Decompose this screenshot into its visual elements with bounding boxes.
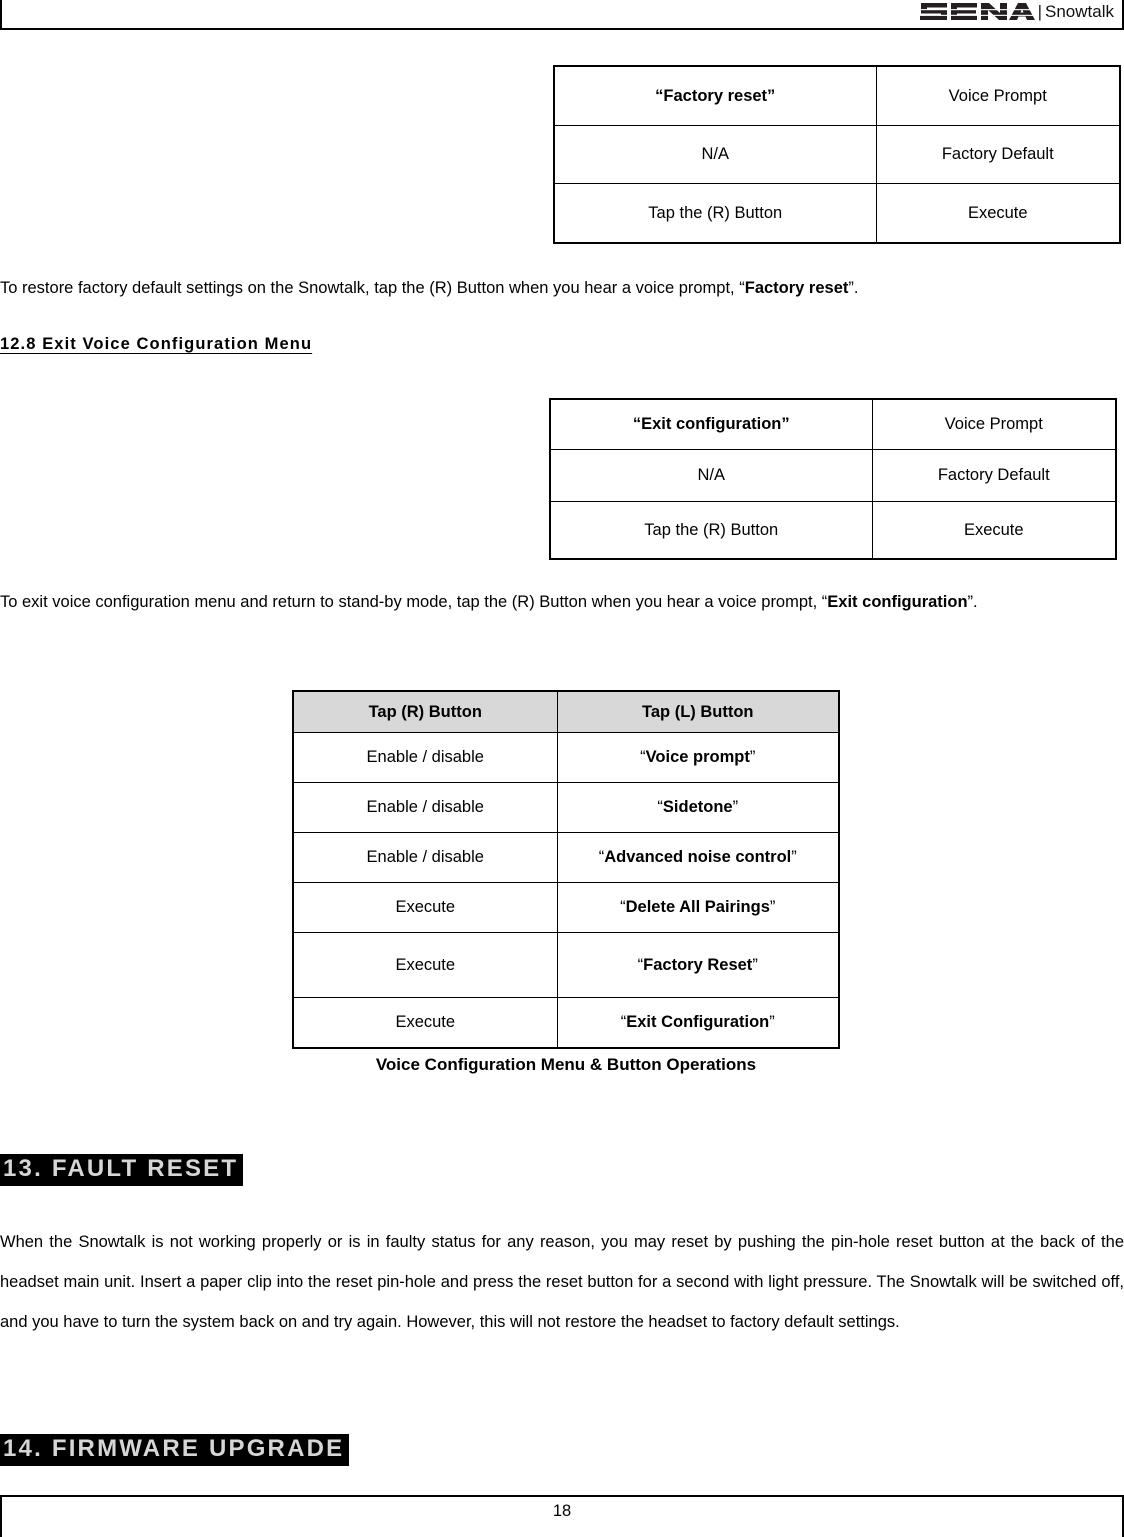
paragraph-lead-text: To restore factory default settings on t… xyxy=(0,279,745,297)
quote-close: ” xyxy=(732,798,739,816)
factory-reset-prompt-cell: “Factory reset” xyxy=(553,65,877,126)
menu-prompt-cell: “Delete All Pairings” xyxy=(556,882,840,933)
table-row: Enable / disable “Sidetone” xyxy=(292,782,840,833)
exit-config-default-cell: N/A xyxy=(549,449,873,502)
paragraph-tail-text: ”. xyxy=(848,279,859,297)
paragraph-bold-term: Factory reset xyxy=(744,279,849,297)
menu-prompt-cell: “Exit Configuration” xyxy=(556,997,840,1049)
menu-action-cell: Enable / disable xyxy=(292,732,558,783)
menu-prompt-cell: “Voice prompt” xyxy=(556,732,840,783)
factory-reset-default-cell: N/A xyxy=(553,125,877,184)
factory-reset-action-label-cell: Execute xyxy=(875,183,1121,244)
table-row: Enable / disable “Voice prompt” xyxy=(292,732,840,783)
voice-configuration-menu-caption: Voice Configuration Menu & Button Operat… xyxy=(375,1055,757,1074)
section-12-8-heading-wrap: 12.8 Exit Voice Configuration Menu xyxy=(0,335,312,354)
table-row: “Exit configuration” Voice Prompt xyxy=(549,398,1117,450)
menu-header-tap-r: Tap (R) Button xyxy=(292,690,558,733)
exit-config-default-label-cell: Factory Default xyxy=(871,449,1117,502)
menu-prompt-text: Exit Configuration xyxy=(626,1013,770,1031)
table-row: Execute “Exit Configuration” xyxy=(292,997,840,1049)
menu-prompt-cell: “Advanced noise control” xyxy=(556,832,840,883)
page-footer: 18 xyxy=(0,1495,1124,1537)
table-row: Tap the (R) Button Execute xyxy=(549,501,1117,560)
table-row: N/A Factory Default xyxy=(549,449,1117,502)
voice-configuration-menu-caption-wrap: Voice Configuration Menu & Button Operat… xyxy=(292,1053,840,1075)
cell-text: “Factory reset” xyxy=(655,86,776,105)
page-header: | Snowtalk xyxy=(0,0,1124,30)
sena-logo-icon xyxy=(918,3,1035,20)
menu-prompt-text: Delete All Pairings xyxy=(625,898,770,916)
menu-prompt-text: Voice prompt xyxy=(645,748,750,766)
section-13-paragraph: When the Snowtalk is not working properl… xyxy=(0,1233,1124,1331)
menu-prompt-cell: “Factory Reset” xyxy=(556,932,840,998)
factory-reset-action-cell: Tap the (R) Button xyxy=(553,183,877,244)
table-row: Execute “Delete All Pairings” xyxy=(292,882,840,933)
factory-reset-paragraph: To restore factory default settings on t… xyxy=(0,268,1124,308)
paragraph-lead-text: To exit voice configuration menu and ret… xyxy=(0,593,828,611)
header-product-name: Snowtalk xyxy=(1045,2,1114,21)
factory-reset-table: “Factory reset” Voice Prompt N/A Factory… xyxy=(553,65,1121,244)
quote-close: ” xyxy=(791,848,797,866)
paragraph-bold-term-2: configuration xyxy=(862,593,968,611)
header-brand: | Snowtalk xyxy=(918,1,1114,22)
section-13-heading-wrap: 13. FAULT RESET xyxy=(0,1154,244,1186)
menu-header-tap-l: Tap (L) Button xyxy=(556,690,840,733)
menu-action-cell: Execute xyxy=(292,997,558,1049)
section-14-heading: 14. FIRMWARE UPGRADE xyxy=(0,1434,350,1466)
table-row: N/A Factory Default xyxy=(553,125,1121,184)
exit-configuration-table: “Exit configuration” Voice Prompt N/A Fa… xyxy=(549,398,1117,560)
table-row: Tap the (R) Button Execute xyxy=(553,183,1121,244)
table-row: Enable / disable “Advanced noise control… xyxy=(292,832,840,883)
factory-reset-type-cell: Voice Prompt xyxy=(875,65,1121,126)
quote-close: ” xyxy=(752,955,758,974)
menu-prompt-cell: “Sidetone” xyxy=(556,782,840,833)
menu-prompt-text: Factory Reset xyxy=(643,955,753,974)
quote-close: ” xyxy=(749,748,756,766)
exit-config-prompt-cell: “Exit configuration” xyxy=(549,398,873,450)
header-separator: | xyxy=(1037,2,1043,21)
page-number: 18 xyxy=(552,1502,572,1520)
menu-prompt-text: Sidetone xyxy=(662,798,733,816)
cell-text: “Exit configuration” xyxy=(632,415,790,433)
table-header-row: Tap (R) Button Tap (L) Button xyxy=(292,690,840,733)
exit-config-action-cell: Tap the (R) Button xyxy=(549,501,873,560)
menu-action-cell: Enable / disable xyxy=(292,782,558,833)
menu-action-cell: Execute xyxy=(292,932,558,998)
exit-config-action-label-cell: Execute xyxy=(871,501,1117,560)
quote-close: ” xyxy=(769,898,776,916)
menu-action-cell: Execute xyxy=(292,882,558,933)
quote-close: ” xyxy=(769,1013,775,1031)
menu-action-cell: Enable / disable xyxy=(292,832,558,883)
factory-reset-default-label-cell: Factory Default xyxy=(875,125,1121,184)
paragraph-tail-text: ”. xyxy=(967,593,978,611)
table-row: Execute “Factory Reset” xyxy=(292,932,840,998)
voice-configuration-menu-table: Tap (R) Button Tap (L) Button Enable / d… xyxy=(292,690,840,1049)
exit-configuration-paragraph: To exit voice configuration menu and ret… xyxy=(0,582,1124,622)
paragraph-bold-term-1: Exit xyxy=(827,593,858,611)
section-12-8-heading: 12.8 Exit Voice Configuration Menu xyxy=(0,335,313,353)
menu-prompt-text: Advanced noise control xyxy=(604,848,792,866)
section-13-heading: 13. FAULT RESET xyxy=(0,1154,244,1186)
table-row: “Factory reset” Voice Prompt xyxy=(553,65,1121,126)
section-14-heading-wrap: 14. FIRMWARE UPGRADE xyxy=(0,1434,350,1466)
section-13-paragraph-wrap: When the Snowtalk is not working properl… xyxy=(0,1222,1124,1342)
exit-config-type-cell: Voice Prompt xyxy=(871,398,1117,450)
